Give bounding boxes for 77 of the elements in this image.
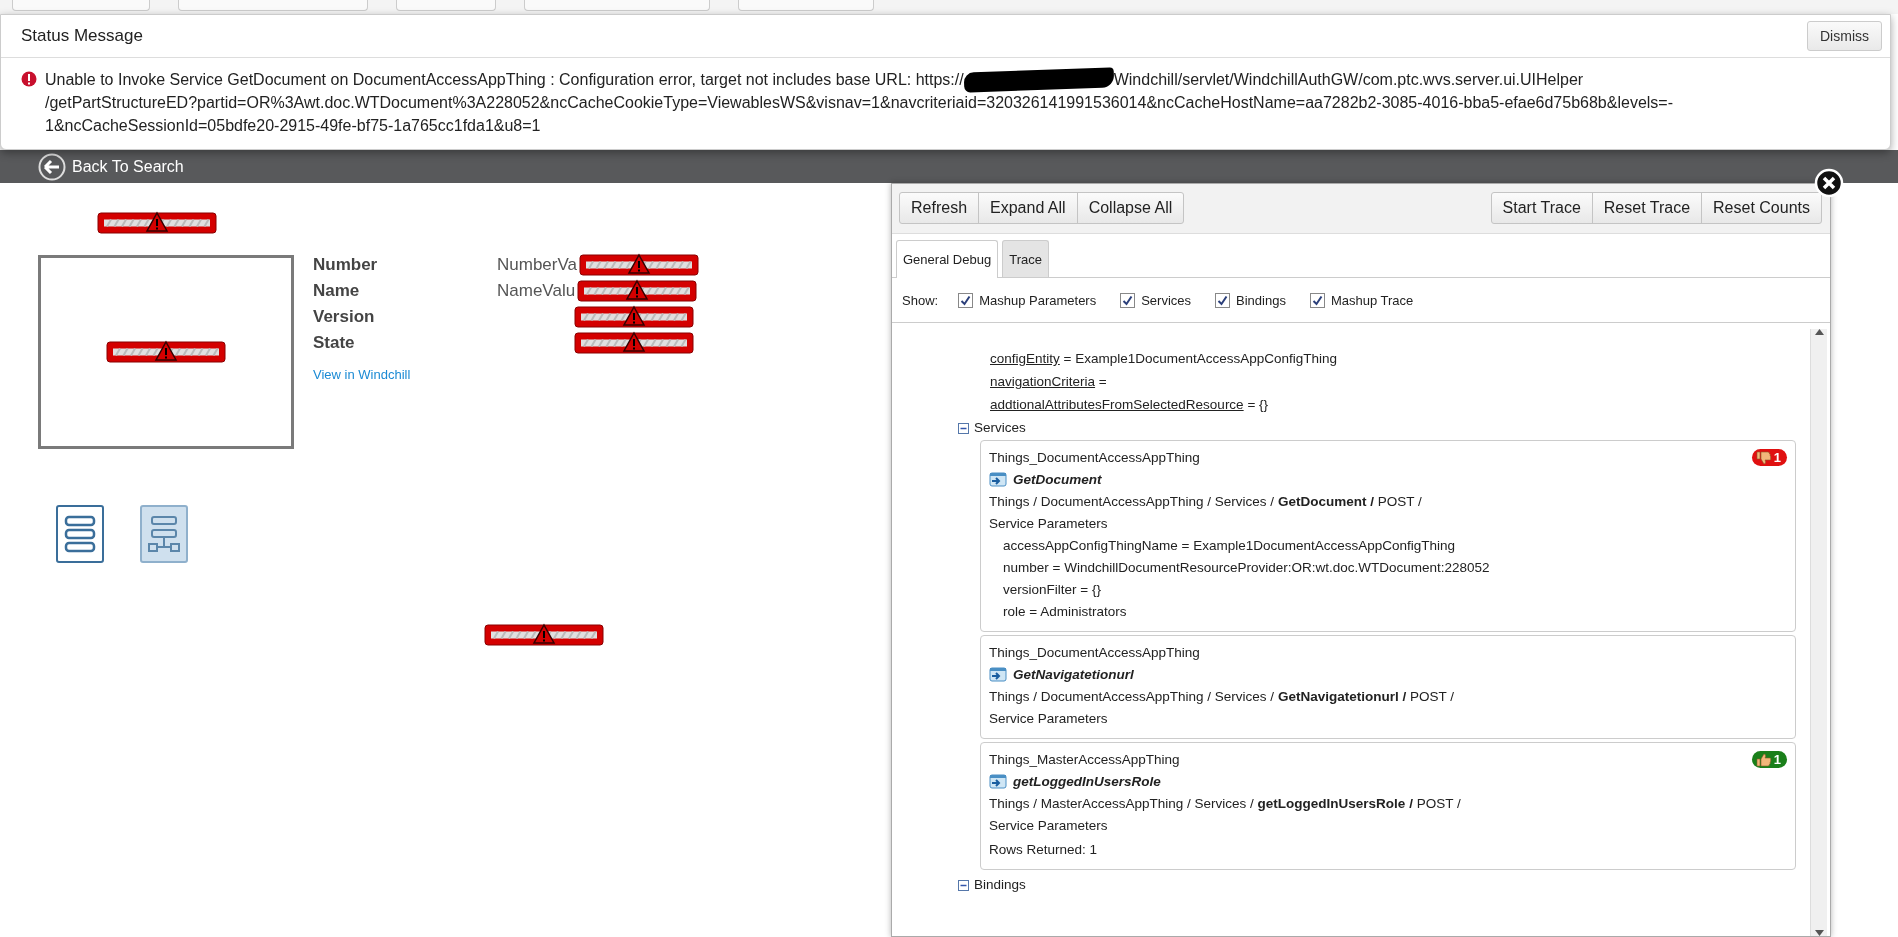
thing-name: Things_MasterAccessAppThing [989, 751, 1180, 769]
service-name: getLoggedInUsersRole [1013, 773, 1161, 791]
checkbox-label: Bindings [1236, 292, 1286, 308]
collapse-icon[interactable] [958, 879, 969, 891]
tab[interactable]: General Debug [896, 240, 999, 278]
toolbar-button[interactable]: Reset Counts [1701, 192, 1822, 224]
back-icon[interactable] [38, 152, 66, 181]
error-message: /getPartStructureED?partid=OR%3Awt.doc.WTDocument%3A228052&ncCacheCookieType=ViewablesWS&visnav=1&navcriteriaid=320326141991536014&ncCacheHostName=aa7282b2-3085-4016-bba5-efae6d75b68b&levels=- [45, 93, 1673, 113]
error-message: 1&ncCacheSessionId=05bdfe20-2915-49fe-bf75-1a765cc1fda1&u8=1 [45, 116, 542, 136]
parameters-heading: Service Parameters [989, 515, 1109, 533]
thing-name: Things_DocumentAccessAppThing [989, 644, 1200, 662]
scrollbar[interactable] [1810, 329, 1827, 936]
checkbox[interactable] [1309, 292, 1325, 308]
thing-name: Things_DocumentAccessAppThing [989, 449, 1200, 467]
back-link[interactable]: Back To Search [72, 157, 184, 176]
collapse-icon[interactable] [958, 422, 969, 434]
show-label: Show: [902, 292, 939, 308]
toolbar-button[interactable]: Reset Trace [1591, 192, 1703, 224]
error-icon [21, 71, 37, 87]
checkbox-label: Services [1141, 292, 1192, 308]
toolbar-button[interactable]: Start Trace [1490, 192, 1593, 224]
field-value: NumberVa [497, 255, 577, 275]
list-view-button[interactable] [56, 505, 104, 563]
field-label: State [313, 332, 356, 354]
service-name: GetDocument [1013, 471, 1102, 489]
parameter-name[interactable]: addtionalAttributesFromSelectedResource [990, 397, 1244, 412]
tree-view-button[interactable] [140, 505, 188, 563]
service-icon [989, 472, 1007, 488]
status-badge: 1 [1751, 449, 1787, 466]
toolbar-button[interactable]: Expand All [978, 192, 1078, 224]
parameter-value: = [1098, 374, 1107, 389]
list-icon [64, 513, 96, 555]
checkbox-label: Mashup Trace [1330, 292, 1414, 308]
view-in-windchill-link[interactable]: View in Windchill [313, 367, 701, 382]
service-icon [989, 667, 1007, 683]
toolbar-button[interactable]: Collapse All [1076, 192, 1185, 224]
scroll-down-icon[interactable] [1814, 930, 1824, 936]
service-name: GetNavigatetionurl [1013, 666, 1134, 684]
error-widget-icon [97, 211, 217, 235]
field-value: NameValu [497, 281, 576, 301]
section-title: Services [974, 419, 1026, 437]
service-parameter: role = Administrators [1002, 603, 1128, 621]
status-badge: 1 [1751, 751, 1787, 768]
toolbar-button[interactable]: Refresh [899, 192, 980, 224]
service-parameter: accessAppConfigThingName = Example1DocumentAccessAppConfigThing [1002, 537, 1457, 555]
service-path: Things / DocumentAccessAppThing / Services / GetNavigatetionurl / POST / [989, 688, 1455, 706]
parameter-value: = {} [1247, 397, 1269, 412]
parameter-name[interactable]: navigationCriteria [990, 374, 1096, 389]
section-title: Bindings [974, 876, 1026, 894]
field-label: Number [313, 254, 379, 276]
dialog-title: Status Message [21, 26, 143, 46]
checkbox[interactable] [1215, 292, 1231, 308]
parameters-heading: Service Parameters [989, 817, 1109, 835]
error-widget-icon [106, 340, 226, 364]
checkbox[interactable] [958, 292, 974, 308]
error-widget-icon [484, 623, 604, 647]
service-parameter: number = WindchillDocumentResourceProvider:OR:wt.doc.WTDocument:228052 [1002, 559, 1491, 577]
checkbox[interactable] [1120, 292, 1136, 308]
rows-returned: Rows Returned: 1 [989, 841, 1099, 859]
service-parameter: versionFilter = {} [1002, 581, 1102, 599]
scroll-up-icon[interactable] [1814, 329, 1824, 335]
error-message: Unable to Invoke Service GetDocument on DocumentAccessAppThing : Configuration error, target not includes base URL: https:// [45, 70, 964, 90]
service-icon [989, 774, 1007, 790]
field-label: Version [313, 306, 376, 328]
tab[interactable]: Trace [1002, 240, 1049, 277]
service-path: Things / MasterAccessAppThing / Services / getLoggedInUsersRole / POST / [989, 795, 1462, 813]
service-path: Things / DocumentAccessAppThing / Services / GetDocument / POST / [989, 493, 1423, 511]
thumbs-up-icon [1755, 752, 1772, 767]
thumbs-down-icon [1755, 450, 1772, 465]
dismiss-button[interactable]: Dismiss [1807, 21, 1882, 51]
checkbox-label: Mashup Parameters [979, 292, 1097, 308]
field-label: Name [313, 280, 361, 302]
parameters-heading: Service Parameters [989, 710, 1109, 728]
error-message: Windchill/servlet/WindchillAuthGW/com.ptc.wvs.server.ui.UIHelper [1113, 70, 1584, 90]
parameter-name[interactable]: configEntity [990, 351, 1060, 366]
tree-icon [148, 513, 180, 555]
parameter-value: = Example1DocumentAccessAppConfigThing [1063, 351, 1338, 366]
